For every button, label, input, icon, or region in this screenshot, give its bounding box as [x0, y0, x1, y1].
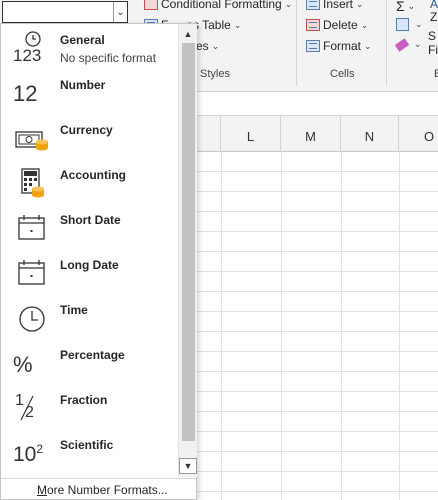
autosum-button[interactable]: Σ ⌄ — [396, 0, 415, 14]
scroll-up-button[interactable]: ▲ — [179, 26, 197, 42]
chevron-down-icon: ⌄ — [284, 0, 293, 9]
format-option-percentage[interactable]: % Percentage — [1, 339, 179, 384]
more-number-formats-label: More Number Formats... — [37, 483, 168, 497]
column-header-o[interactable]: O — [399, 116, 438, 152]
format-option-currency[interactable]: Currency — [1, 114, 179, 159]
calendar-icon — [18, 215, 45, 240]
styles-group-label: Styles — [200, 68, 230, 80]
sort-z-char: Z — [430, 10, 438, 24]
format-option-label: Long Date — [60, 258, 119, 272]
calendar-icon — [18, 260, 45, 285]
autosum-icon: Σ — [396, 0, 405, 14]
grid-line — [399, 152, 400, 500]
format-option-label: Fraction — [60, 393, 108, 407]
scientific-icon: 102 — [13, 442, 43, 467]
conditional-formatting-icon — [144, 0, 158, 10]
clear-button[interactable]: ⌄ — [394, 37, 422, 52]
format-option-label: Percentage — [60, 348, 125, 362]
chevron-down-icon: ⌄ — [407, 0, 416, 11]
column-header-k[interactable] — [196, 116, 221, 152]
clock-icon — [19, 306, 45, 332]
dropdown-scrollbar[interactable]: ▲ ▼ — [178, 24, 197, 477]
grid-line — [341, 152, 342, 500]
cells-group-label: Cells — [330, 68, 355, 80]
format-option-label: General — [60, 33, 105, 47]
chevron-down-icon: ⌄ — [356, 0, 364, 9]
column-header-n[interactable]: N — [341, 116, 399, 152]
format-option-label: Number — [60, 78, 106, 92]
chevron-down-icon: ⌄ — [211, 40, 220, 51]
calculator-icon — [21, 168, 44, 198]
triangle-up-icon: ▲ — [183, 29, 193, 39]
format-option-label: Time — [60, 303, 88, 317]
delete-label: Delete — [323, 18, 358, 32]
format-option-long-date[interactable]: Long Date — [1, 249, 179, 294]
format-option-label: Scientific — [60, 438, 114, 452]
chevron-down-icon: ⌄ — [414, 39, 422, 49]
fraction-denominator: 2 — [25, 404, 34, 421]
eraser-icon — [394, 37, 410, 52]
number-format-dropdown-button[interactable]: ⌄ — [113, 2, 127, 22]
delete-button[interactable]: Delete ⌄ — [306, 18, 368, 32]
format-button[interactable]: Format ⌄ — [306, 39, 372, 53]
more-number-formats-accelerator: M — [37, 483, 47, 497]
chevron-down-icon: ⌄ — [364, 40, 372, 51]
conditional-formatting-button[interactable]: Conditional Formatting ⌄ — [144, 0, 292, 11]
triangle-down-icon: ▼ — [183, 461, 193, 471]
format-cells-icon — [306, 40, 320, 52]
currency-icon — [15, 131, 48, 151]
chevron-down-icon: ⌄ — [233, 19, 242, 30]
chevron-down-icon: ⌄ — [360, 19, 369, 30]
cell-styles-label: es — [196, 39, 209, 53]
chevron-down-icon: ⌄ — [415, 19, 423, 29]
insert-label: Insert — [323, 0, 354, 11]
number-12-icon: 12 — [13, 81, 38, 106]
chevron-down-icon: ⌄ — [116, 6, 125, 18]
format-option-short-date[interactable]: Short Date — [1, 204, 179, 249]
worksheet-grid[interactable] — [196, 152, 438, 500]
find-select-label[interactable]: Fi — [428, 43, 438, 57]
format-option-general[interactable]: 123 General No specific format — [1, 24, 179, 69]
scroll-down-button[interactable]: ▼ — [179, 458, 197, 474]
format-option-label: Short Date — [60, 213, 121, 227]
cell-styles-button[interactable]: es ⌄ — [196, 39, 219, 53]
number-format-combo[interactable]: ⌄ — [2, 1, 128, 23]
format-option-number[interactable]: 12 Number — [1, 69, 179, 114]
format-option-fraction[interactable]: 1 2 Fraction — [1, 384, 179, 429]
conditional-formatting-label: Conditional Formatting — [161, 0, 282, 11]
sort-filter-label[interactable]: S — [428, 29, 436, 43]
format-option-label: Currency — [60, 123, 113, 137]
insert-button[interactable]: Insert ⌄ — [306, 0, 364, 11]
format-option-scientific[interactable]: 102 Scientific — [1, 429, 179, 474]
column-header-row: L M N O — [196, 116, 438, 152]
column-header-l[interactable]: L — [221, 116, 281, 152]
more-number-formats-text: ore Number Formats... — [47, 483, 168, 497]
group-separator — [296, 0, 297, 86]
scientific-base: 10 — [13, 443, 37, 466]
number-format-dropdown: 123 General No specific format 12 Number… — [0, 23, 197, 500]
fill-button[interactable]: ⌄ — [396, 18, 423, 31]
grid-line — [281, 152, 282, 500]
fill-down-icon — [396, 18, 409, 31]
scrollbar-thumb[interactable] — [182, 43, 195, 441]
more-number-formats-button[interactable]: More Number Formats... — [1, 478, 196, 500]
scientific-exponent: 2 — [36, 442, 44, 456]
insert-cells-icon — [306, 0, 320, 10]
format-option-label: Accounting — [60, 168, 126, 182]
format-option-time[interactable]: Time — [1, 294, 179, 339]
editing-group-label: E — [434, 68, 438, 80]
general-glyph: 123 — [13, 46, 42, 65]
delete-cells-icon — [306, 19, 320, 31]
percent-icon: % — [13, 352, 33, 377]
group-separator — [386, 0, 387, 86]
column-header-m[interactable]: M — [281, 116, 341, 152]
format-label: Format — [323, 39, 362, 53]
format-option-accounting[interactable]: Accounting — [1, 159, 179, 204]
format-option-description: No specific format — [60, 51, 157, 65]
grid-line — [221, 152, 222, 500]
